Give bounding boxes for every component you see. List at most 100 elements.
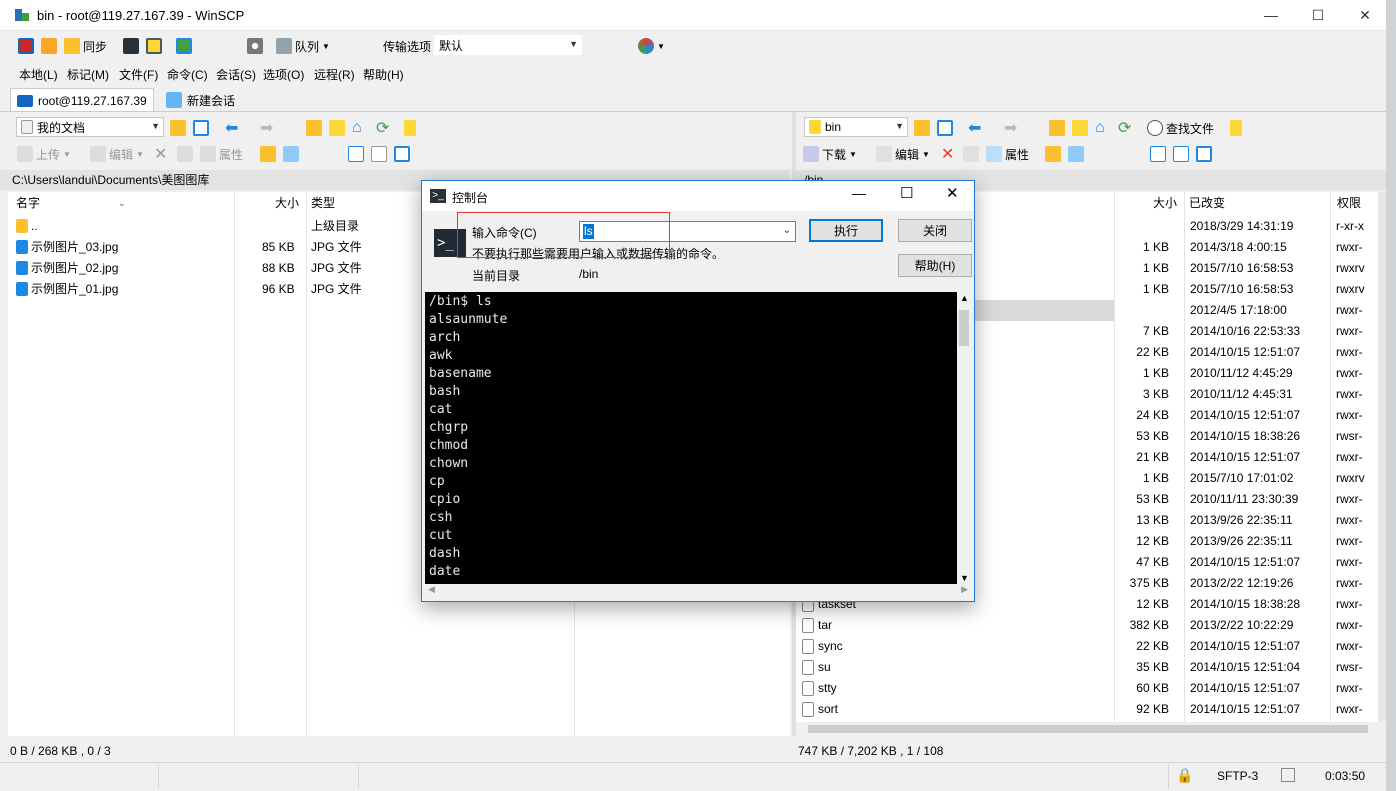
queue-button[interactable]: 队列 ▼ — [276, 35, 330, 57]
session-color-button[interactable]: ▼ — [638, 35, 665, 57]
edit-label: 编辑 — [109, 147, 134, 162]
dialog-title: 控制台 — [452, 191, 489, 205]
column-header-rights[interactable]: 权限 — [1337, 192, 1361, 214]
putty-icon[interactable] — [146, 35, 162, 57]
synchronize-browse-icon[interactable] — [41, 35, 57, 57]
file-rights: r-xr-x — [1336, 219, 1364, 233]
parent-directory-icon[interactable] — [306, 117, 322, 139]
root-directory-icon[interactable] — [1072, 117, 1088, 139]
preferences-gear-icon[interactable] — [247, 35, 263, 57]
edit-button[interactable]: 编辑 ▼ — [90, 143, 144, 165]
new-folder-icon[interactable] — [1045, 143, 1061, 165]
maximize-button[interactable]: ☐ — [1295, 0, 1341, 30]
filter-icon[interactable] — [193, 117, 209, 139]
upload-button[interactable]: 上传 ▼ — [17, 143, 71, 165]
console-icon[interactable] — [123, 35, 139, 57]
unselect-icon[interactable] — [371, 143, 387, 165]
scroll-left-icon[interactable]: ◀ — [428, 584, 435, 595]
scroll-up-icon[interactable]: ▲ — [960, 293, 969, 303]
refresh-icon[interactable]: ⟳ — [1118, 117, 1131, 139]
close-dialog-button[interactable]: 关闭 — [898, 219, 972, 242]
column-header-name[interactable]: 名字 — [16, 192, 40, 214]
menu-mark[interactable]: 标记(M) — [67, 66, 109, 83]
remote-status: 747 KB / 7,202 KB , 1 / 108 — [798, 744, 944, 758]
remote-location-select[interactable]: bin ▼ — [804, 117, 908, 137]
file-rights: rwsr- — [1336, 660, 1363, 674]
forward-arrow-icon[interactable]: ➡ — [1004, 117, 1017, 139]
execute-button[interactable]: 执行 — [809, 219, 883, 242]
menu-files[interactable]: 文件(F) — [119, 66, 158, 83]
remote-horizontal-scrollbar[interactable] — [796, 722, 1386, 736]
tab-new-session[interactable]: 新建会话 — [160, 88, 241, 112]
console-output[interactable]: ▲ ▼ /bin$ ls alsaunmute arch awk basename bas… — [425, 292, 971, 584]
select-all-icon[interactable] — [348, 143, 364, 165]
back-arrow-icon[interactable]: ⬅ — [225, 117, 238, 139]
file-row[interactable]: sync 22 KB 2014/10/15 12:51:07 rwxr- — [796, 636, 1378, 657]
copy-path-icon[interactable] — [1068, 143, 1084, 165]
filter-select-icon[interactable] — [394, 143, 410, 165]
scroll-down-icon[interactable]: ▼ — [960, 573, 969, 583]
delete-icon[interactable]: ✕ — [941, 143, 954, 165]
synchronize-button[interactable]: 同步 — [64, 35, 107, 57]
refresh-icon[interactable]: ⟳ — [376, 117, 389, 139]
chevron-down-icon[interactable]: ⌄ — [783, 225, 791, 236]
filter-select-icon[interactable] — [1196, 143, 1212, 165]
new-folder-icon[interactable] — [260, 143, 276, 165]
find-target-icon[interactable] — [1230, 117, 1242, 139]
file-changed: 2018/3/29 14:31:19 — [1190, 219, 1294, 233]
file-row[interactable]: tar 382 KB 2013/2/22 10:22:29 rwxr- — [796, 615, 1378, 636]
file-row[interactable]: sort 92 KB 2014/10/15 12:51:07 rwxr- — [796, 699, 1378, 720]
help-button[interactable]: 帮助(H) — [898, 254, 972, 277]
unselect-icon[interactable] — [1173, 143, 1189, 165]
column-header-size[interactable]: 大小 — [275, 192, 299, 214]
remote-vertical-scrollbar[interactable] — [1378, 192, 1386, 722]
filter-icon[interactable] — [937, 117, 953, 139]
rename-icon[interactable] — [177, 143, 193, 165]
home-icon[interactable]: ⌂ — [1095, 117, 1105, 139]
tab-session-root[interactable]: root@119.27.167.39 — [10, 88, 154, 112]
select-all-icon[interactable] — [1150, 143, 1166, 165]
find-files-button[interactable]: 查找文件 — [1147, 117, 1214, 139]
properties-button[interactable]: 属性 — [986, 143, 1029, 165]
file-row[interactable]: stty 60 KB 2014/10/15 12:51:07 rwxr- — [796, 678, 1378, 699]
rename-icon[interactable] — [963, 143, 979, 165]
menu-local[interactable]: 本地(L) — [19, 66, 58, 83]
parent-directory-icon[interactable] — [1049, 117, 1065, 139]
home-icon[interactable]: ⌂ — [352, 117, 362, 139]
column-header-type[interactable]: 类型 — [311, 192, 335, 214]
find-target-icon[interactable] — [404, 117, 416, 139]
console-horizontal-scrollbar[interactable]: ◀ ▶ — [425, 584, 971, 598]
local-location-select[interactable]: 我的文档 ▼ — [16, 117, 164, 137]
open-folder-icon[interactable] — [914, 117, 930, 139]
dialog-maximize-button[interactable]: ☐ — [900, 184, 913, 202]
column-header-size[interactable]: 大小 — [1153, 192, 1177, 214]
file-row[interactable]: su 35 KB 2014/10/15 12:51:04 rwsr- — [796, 657, 1378, 678]
menu-help[interactable]: 帮助(H) — [363, 66, 404, 83]
close-window-button[interactable]: ✕ — [1342, 0, 1388, 30]
minimize-button[interactable]: — — [1248, 0, 1294, 30]
menu-session[interactable]: 会话(S) — [216, 66, 256, 83]
root-directory-icon[interactable] — [329, 117, 345, 139]
download-button[interactable]: 下载 ▼ — [803, 143, 857, 165]
scroll-right-icon[interactable]: ▶ — [961, 584, 968, 595]
copy-path-icon[interactable] — [283, 143, 299, 165]
forward-arrow-icon[interactable]: ➡ — [260, 117, 273, 139]
properties-button[interactable]: 属性 — [200, 143, 243, 165]
dialog-minimize-button[interactable]: — — [852, 185, 866, 201]
local-remote-compare-icon[interactable] — [18, 35, 34, 57]
scrollbar-thumb[interactable] — [808, 725, 1368, 733]
file-size: 92 KB — [1136, 702, 1169, 716]
delete-icon[interactable]: ✕ — [154, 143, 167, 165]
open-folder-icon[interactable] — [170, 117, 186, 139]
edit-button[interactable]: 编辑 ▼ — [876, 143, 930, 165]
column-header-changed[interactable]: 已改变 — [1189, 192, 1225, 214]
menu-commands[interactable]: 命令(C) — [167, 66, 208, 83]
menu-options[interactable]: 选项(O) — [263, 66, 304, 83]
dialog-close-button[interactable]: ✕ — [946, 184, 959, 202]
back-arrow-icon[interactable]: ⬅ — [968, 117, 981, 139]
scrollbar-thumb[interactable] — [959, 310, 969, 346]
console-vertical-scrollbar[interactable]: ▲ ▼ — [957, 292, 971, 584]
keep-remote-up-to-date-icon[interactable] — [176, 35, 192, 57]
transfer-options-select[interactable]: 默认 ▼ — [434, 35, 582, 55]
menu-remote[interactable]: 远程(R) — [314, 66, 355, 83]
